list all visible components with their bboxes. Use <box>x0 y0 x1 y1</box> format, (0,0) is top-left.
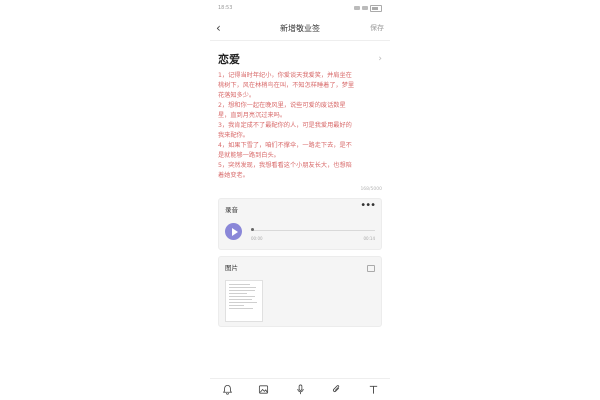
recording-card: 录音 ••• 00:00 00:14 <box>218 198 382 250</box>
play-icon <box>231 227 238 236</box>
page-title: 新增敬业签 <box>280 23 320 33</box>
status-time: 18:53 <box>218 5 233 11</box>
image-icon <box>258 385 269 394</box>
note-line: 4，如果下雪了，咱们不撑伞，一路走下去，是不 <box>218 142 352 149</box>
attachment-button[interactable] <box>330 383 344 397</box>
note-line: 3，我肯定成不了最配你的人，可是我爱用最好的 <box>218 122 352 129</box>
bottom-toolbar <box>210 378 390 400</box>
image-title: 图片 <box>225 264 238 272</box>
note-line: 我来配你。 <box>218 132 249 139</box>
battery-icon <box>370 4 382 12</box>
bell-icon <box>222 384 232 395</box>
text-icon <box>369 385 377 394</box>
time-total: 00:14 <box>363 236 375 241</box>
insert-image-button[interactable] <box>257 383 271 397</box>
image-card: 图片 <box>218 256 382 327</box>
note-line: 着她变老。 <box>218 172 249 179</box>
chevron-right-icon[interactable]: › <box>378 54 382 64</box>
record-audio-button[interactable] <box>293 383 307 397</box>
note-line: 星，直到月亮沉过来吗。 <box>218 112 287 119</box>
wifi-icon <box>362 6 368 10</box>
time-current: 00:00 <box>251 236 263 241</box>
note-line: 2，想和你一起在晚风里，说些可爱的废话数星 <box>218 102 346 109</box>
note-line: 花落知多少。 <box>218 92 256 99</box>
progress-track[interactable] <box>251 230 375 231</box>
image-thumbnail[interactable] <box>225 280 263 322</box>
reminder-button[interactable] <box>220 383 234 397</box>
play-button[interactable] <box>225 223 242 240</box>
paperclip-icon <box>332 385 340 393</box>
more-icon[interactable]: ••• <box>360 200 376 211</box>
nav-bar: ‹ 新增敬业签 保存 <box>210 16 390 41</box>
save-button[interactable]: 保存 <box>364 23 384 33</box>
note-line: 桃树下，风在林梢鸟在叫，不知怎样睡着了，梦里 <box>218 82 355 89</box>
text-format-button[interactable] <box>366 383 380 397</box>
status-bar: 18:53 <box>210 0 390 16</box>
image-expand-icon[interactable] <box>367 265 375 272</box>
note-body[interactable]: 1，记得当时年纪小，你爱谈天我爱笑，并肩坐在 桃树下，风在林梢鸟在叫，不知怎样睡… <box>210 67 390 181</box>
progress-knob[interactable] <box>251 228 254 231</box>
back-button[interactable]: ‹ <box>216 21 236 35</box>
signal-icon <box>354 6 360 10</box>
note-title[interactable]: 恋爱 <box>218 51 240 67</box>
phone-screen: 18:53 ‹ 新增敬业签 保存 恋爱 › 1，记得当时年纪小，你爱谈天我爱笑，… <box>210 0 390 400</box>
note-line: 1，记得当时年纪小，你爱谈天我爱笑，并肩坐在 <box>218 72 352 79</box>
chevron-left-icon: ‹ <box>216 21 221 35</box>
microphone-icon <box>296 384 304 395</box>
note-line: 是就能够一路到白头。 <box>218 152 280 159</box>
note-line: 5，突然发现，我想看看这个小朋友长大，也想陪 <box>218 162 352 169</box>
status-icons <box>354 4 382 12</box>
recording-title: 录音 <box>225 206 238 214</box>
word-count: 168/5000 <box>360 187 382 192</box>
note-header[interactable]: 恋爱 › <box>210 51 390 67</box>
